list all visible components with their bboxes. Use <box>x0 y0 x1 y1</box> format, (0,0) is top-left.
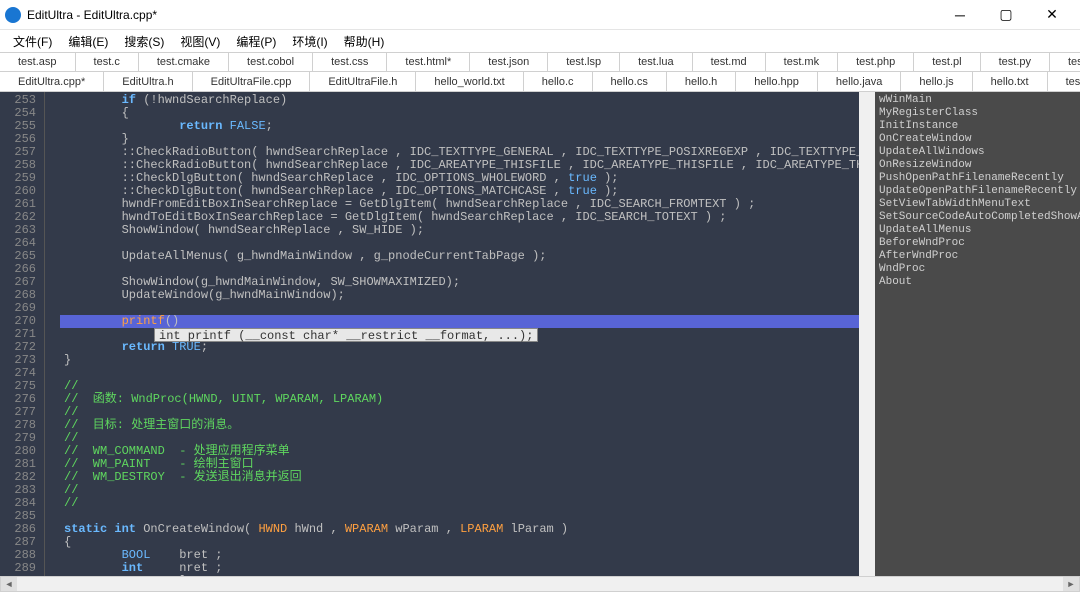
code-line[interactable]: // 目标: 处理主窗口的消息。 <box>60 419 859 432</box>
code-line[interactable] <box>60 302 859 315</box>
scroll-track[interactable] <box>17 577 1063 591</box>
menu-item[interactable]: 文件(F) <box>5 33 60 50</box>
titlebar: EditUltra - EditUltra.cpp* ─ ▢ ✕ <box>0 0 1080 30</box>
file-tab[interactable]: test.lsp <box>548 52 620 71</box>
code-line[interactable]: return FALSE; <box>60 120 859 133</box>
file-tab[interactable]: hello.js <box>901 72 972 91</box>
autocomplete-tooltip: int printf (__const char* __restrict __f… <box>154 328 538 342</box>
scroll-left-button[interactable]: ◄ <box>1 577 17 591</box>
symbol-item[interactable]: UpdateAllWindows <box>879 146 1076 159</box>
menu-item[interactable]: 搜索(S) <box>116 33 172 50</box>
file-tab[interactable]: test.asp <box>0 52 76 71</box>
symbol-item[interactable]: AfterWndProc <box>879 250 1076 263</box>
file-tab[interactable]: test.json <box>470 52 548 71</box>
menu-item[interactable]: 视图(V) <box>172 33 228 50</box>
menu-item[interactable]: 帮助(H) <box>336 33 393 50</box>
code-line[interactable]: // WM_DESTROY - 发送退出消息并返回 <box>60 471 859 484</box>
symbol-item[interactable]: SetViewTabWidthMenuText <box>879 198 1076 211</box>
symbol-item[interactable]: InitInstance <box>879 120 1076 133</box>
file-tab[interactable]: test.html* <box>387 52 470 71</box>
code-line[interactable]: UpdateWindow(g_hwndMainWindow); <box>60 289 859 302</box>
menubar: 文件(F)编辑(E)搜索(S)视图(V)编程(P)环境(I)帮助(H) <box>0 30 1080 52</box>
file-tab[interactable]: hello.java <box>818 72 901 91</box>
file-tab[interactable]: test.cmake <box>139 52 229 71</box>
code-line[interactable]: // 函数: WndProc(HWND, UINT, WPARAM, LPARA… <box>60 393 859 406</box>
symbol-item[interactable]: UpdateAllMenus <box>879 224 1076 237</box>
code-line[interactable] <box>60 367 859 380</box>
code-line[interactable]: static int OnCreateWindow( HWND hWnd , W… <box>60 523 859 536</box>
symbol-item[interactable]: BeforeWndProc <box>879 237 1076 250</box>
file-tab[interactable]: hello.h <box>667 72 736 91</box>
minimize-button[interactable]: ─ <box>937 0 983 30</box>
file-tab[interactable]: test.c <box>76 52 139 71</box>
file-tab[interactable]: test.py <box>981 52 1050 71</box>
app-icon <box>5 7 21 23</box>
close-button[interactable]: ✕ <box>1029 0 1075 30</box>
menu-item[interactable]: 编程(P) <box>228 33 284 50</box>
vertical-scrollbar[interactable] <box>859 92 875 576</box>
code-line[interactable]: // <box>60 497 859 510</box>
file-tab[interactable]: test.cobol <box>229 52 313 71</box>
menu-item[interactable]: 编辑(E) <box>60 33 116 50</box>
code-line[interactable]: if (!hwndSearchReplace) <box>60 94 859 107</box>
code-line[interactable]: } <box>60 354 859 367</box>
tab-row-2: EditUltra.cpp*EditUltra.hEditUltraFile.c… <box>0 72 1080 92</box>
symbol-item[interactable]: UpdateOpenPathFilenameRecently <box>879 185 1076 198</box>
file-tab[interactable]: hello.hpp <box>736 72 818 91</box>
file-tab[interactable]: hello.c <box>524 72 593 91</box>
symbol-item[interactable]: OnCreateWindow <box>879 133 1076 146</box>
symbol-sidebar[interactable]: wWinMainMyRegisterClassInitInstanceOnCre… <box>875 92 1080 576</box>
file-tab[interactable]: EditUltra.cpp* <box>0 72 104 91</box>
file-tab[interactable]: test.rb <box>1050 52 1080 71</box>
symbol-item[interactable]: wWinMain <box>879 94 1076 107</box>
code-line[interactable]: // <box>60 484 859 497</box>
code-line[interactable]: return TRUE; <box>60 341 859 354</box>
file-tab[interactable]: EditUltraFile.cpp <box>193 72 311 91</box>
file-tab[interactable]: test.md <box>693 52 766 71</box>
symbol-item[interactable]: SetSourceCodeAutoCompletedShowAft <box>879 211 1076 224</box>
horizontal-scrollbar[interactable]: ◄ ► <box>0 576 1080 592</box>
symbol-item[interactable]: WndProc <box>879 263 1076 276</box>
file-tab[interactable]: test.lua <box>620 52 692 71</box>
editor-area[interactable]: 2532542552562572582592602612622632642652… <box>0 92 875 576</box>
symbol-item[interactable]: PushOpenPathFilenameRecently <box>879 172 1076 185</box>
code-line[interactable]: UpdateAllMenus( g_hwndMainWindow , g_pno… <box>60 250 859 263</box>
symbol-item[interactable]: About <box>879 276 1076 289</box>
file-tab[interactable]: hello_world.txt <box>416 72 523 91</box>
file-tab[interactable]: hello.cs <box>593 72 667 91</box>
symbol-item[interactable]: OnResizeWindow <box>879 159 1076 172</box>
file-tab[interactable]: test.css <box>313 52 387 71</box>
file-tab[interactable]: test.php <box>838 52 914 71</box>
code-line[interactable]: printf() <box>60 315 859 328</box>
file-tab[interactable]: EditUltraFile.h <box>310 72 416 91</box>
file-tab[interactable]: test.mk <box>766 52 838 71</box>
file-tab[interactable]: EditUltra.h <box>104 72 192 91</box>
menu-item[interactable]: 环境(I) <box>284 33 335 50</box>
code-editor[interactable]: if (!hwndSearchReplace) { return FALSE; … <box>60 92 859 576</box>
window-title: EditUltra - EditUltra.cpp* <box>27 8 937 22</box>
file-tab[interactable]: test.pl <box>914 52 980 71</box>
code-line[interactable]: ShowWindow( hwndSearchReplace , SW_HIDE … <box>60 224 859 237</box>
fold-gutter[interactable] <box>45 92 60 576</box>
file-tab[interactable]: hello.txt <box>973 72 1048 91</box>
symbol-item[interactable]: MyRegisterClass <box>879 107 1076 120</box>
scroll-right-button[interactable]: ► <box>1063 577 1079 591</box>
tab-row-1: test.asptest.ctest.cmaketest.coboltest.c… <box>0 52 1080 72</box>
maximize-button[interactable]: ▢ <box>983 0 1029 30</box>
file-tab[interactable]: test.asm <box>1048 72 1080 91</box>
line-number-gutter: 2532542552562572582592602612622632642652… <box>0 92 45 576</box>
